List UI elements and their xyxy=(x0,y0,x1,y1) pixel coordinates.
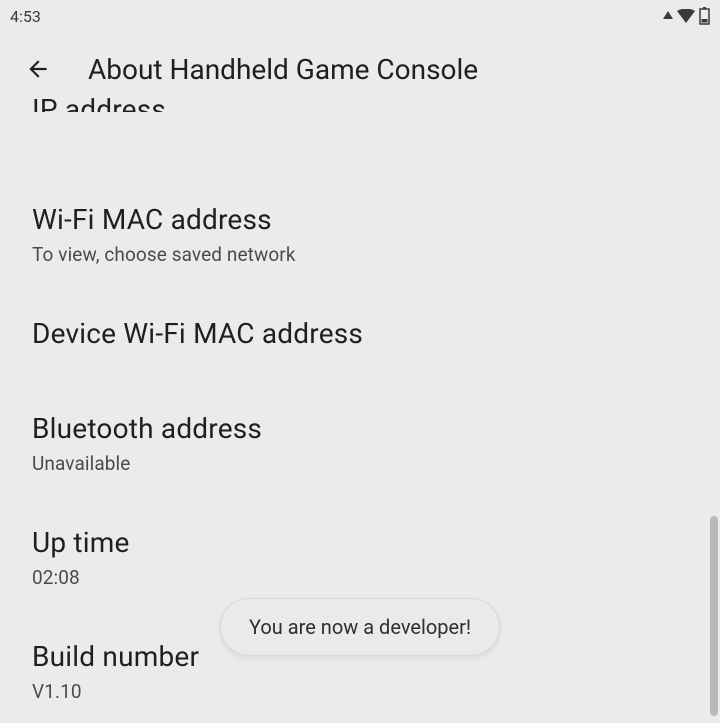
item-subtitle: 02:08 xyxy=(32,566,688,589)
item-subtitle: Unavailable xyxy=(32,452,688,475)
status-bar: 4:53 xyxy=(0,0,720,32)
item-title: Bluetooth address xyxy=(32,411,688,446)
list-item-uptime[interactable]: Up time 02:08 xyxy=(32,505,688,609)
list-item-device-wifi-mac[interactable]: Device Wi-Fi MAC address xyxy=(32,296,688,371)
list-item-ip-address[interactable]: IP address xyxy=(32,92,688,112)
toast-message: You are now a developer! xyxy=(220,598,500,656)
status-icons xyxy=(663,7,710,25)
status-time: 4:53 xyxy=(10,7,41,26)
item-title: Device Wi-Fi MAC address xyxy=(32,316,688,351)
item-title: Wi-Fi MAC address xyxy=(32,202,688,237)
item-subtitle: To view, choose saved network xyxy=(32,243,688,266)
list-item-bluetooth[interactable]: Bluetooth address Unavailable xyxy=(32,391,688,495)
arrow-back-icon xyxy=(25,56,51,82)
battery-icon xyxy=(699,7,710,25)
back-button[interactable] xyxy=(18,49,58,89)
wifi-icon xyxy=(677,9,695,23)
item-title: Up time xyxy=(32,525,688,560)
item-subtitle: V1.10 xyxy=(32,680,688,703)
scrollbar-thumb[interactable] xyxy=(710,516,718,716)
item-title: IP address xyxy=(32,92,688,112)
page-title: About Handheld Game Console xyxy=(88,53,478,86)
list-item-wifi-mac[interactable]: Wi-Fi MAC address To view, choose saved … xyxy=(32,182,688,286)
signal-up-icon xyxy=(663,11,673,21)
